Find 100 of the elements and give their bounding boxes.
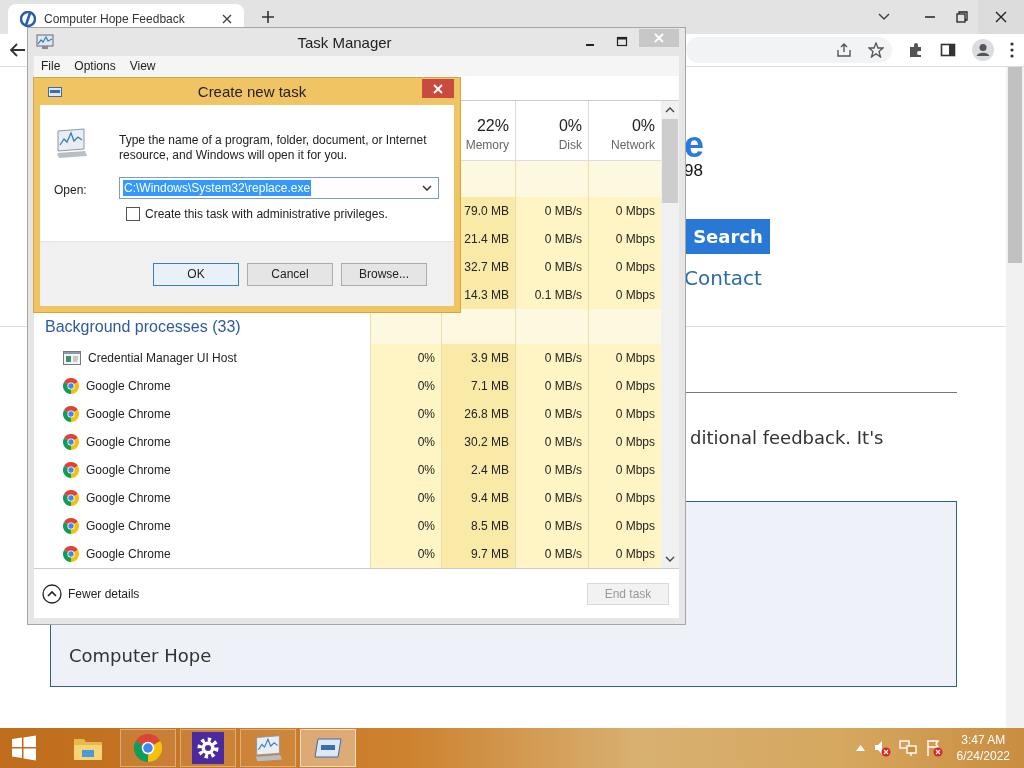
table-cell: 0 Mbps — [588, 540, 661, 568]
clock-date: 6/24/2022 — [956, 748, 1010, 764]
menu-item[interactable]: View — [129, 59, 156, 73]
site-heading: e — [684, 125, 705, 165]
close-icon — [433, 83, 443, 94]
table-cell: 0% — [370, 540, 441, 568]
table-cell: 8.5 MB — [441, 512, 515, 541]
browser-icon — [63, 378, 79, 395]
table-cell: 0 Mbps — [588, 372, 661, 401]
usage-percent: 0% — [558, 117, 582, 135]
table-cell: 0 Mbps — [588, 224, 661, 253]
restore-icon[interactable] — [956, 11, 968, 23]
dropdown-caret-icon[interactable] — [422, 185, 432, 191]
usage-percent: 0% — [631, 117, 655, 135]
table-cell: 0 MB/s — [515, 428, 588, 457]
window-icon — [48, 86, 62, 97]
clock-time: 3:47 AM — [961, 732, 1006, 748]
taskbar-button[interactable] — [300, 729, 356, 767]
side-panel-icon[interactable] — [940, 42, 956, 58]
table-cell: 0% — [370, 400, 441, 429]
site-logo-icon — [20, 11, 36, 27]
start-icon[interactable] — [10, 734, 38, 762]
dialog-button[interactable]: Cancel — [247, 262, 333, 286]
browser-icon — [63, 462, 79, 479]
new-tab-icon[interactable] — [262, 11, 274, 23]
scrollbar[interactable] — [661, 101, 679, 568]
collapse-icon[interactable] — [42, 583, 62, 604]
process-name: Google Chrome — [86, 435, 171, 450]
checkbox[interactable] — [126, 207, 140, 221]
flag-icon[interactable] — [924, 739, 943, 757]
column-label: Disk — [558, 138, 582, 152]
table-cell: 0 MB/s — [515, 224, 588, 253]
window-icon — [63, 351, 81, 366]
process-name: Google Chrome — [86, 379, 171, 394]
chevron-icon[interactable] — [878, 13, 890, 21]
menu-icon[interactable] — [1010, 42, 1014, 58]
muted-speaker-icon[interactable] — [872, 739, 891, 757]
close-button[interactable] — [422, 79, 454, 98]
process-name: Credential Manager UI Host — [88, 351, 237, 366]
paragraph-text: ditional feedback. It's — [690, 427, 885, 448]
browser-icon — [63, 518, 79, 535]
table-cell: 0 Mbps — [588, 280, 661, 309]
checkbox-label[interactable]: Create this task with administrative privileges. — [145, 207, 388, 221]
close-button[interactable] — [978, 0, 1024, 34]
table-cell: 0 Mbps — [588, 456, 661, 485]
contact-link[interactable]: Contact — [684, 266, 762, 290]
process-name: Google Chrome — [86, 491, 171, 506]
table-cell: 0 Mbps — [588, 344, 661, 373]
scroll-thumb[interactable] — [662, 119, 678, 203]
table-cell: 0 MB/s — [515, 484, 588, 513]
table-cell: 0 MB/s — [515, 400, 588, 429]
window-title: Task Manager — [296, 33, 393, 51]
scrollbar[interactable] — [1006, 67, 1024, 728]
menu-item[interactable]: File — [41, 59, 61, 73]
star-icon[interactable] — [868, 42, 884, 58]
browser-icon — [63, 546, 79, 562]
dialog-button[interactable]: Browse... — [341, 262, 427, 286]
table-cell: 0 Mbps — [588, 196, 661, 225]
table-cell: 7.1 MB — [441, 372, 515, 401]
network-icon[interactable] — [898, 739, 917, 757]
monitor-graph-icon — [54, 127, 88, 159]
group-heading[interactable]: Background processes (33) — [45, 317, 241, 336]
column-label: Memory — [465, 138, 509, 152]
table-cell: 9.7 MB — [441, 540, 515, 568]
column-label: Network — [611, 138, 655, 152]
close-icon — [995, 11, 1007, 23]
avatar-icon[interactable] — [972, 39, 994, 61]
column-header[interactable]: 0% Disk — [515, 101, 588, 160]
address-bar[interactable] — [686, 37, 892, 63]
table-cell: 9.4 MB — [441, 484, 515, 513]
back-arrow-icon[interactable] — [10, 43, 26, 57]
usage-percent: 22% — [476, 117, 509, 135]
table-cell: 3.9 MB — [441, 344, 515, 373]
panel-text: Computer Hope — [69, 645, 212, 666]
browser-icon — [63, 434, 79, 451]
table-cell: 0.1 MB/s — [515, 280, 588, 309]
dialog-button[interactable]: OK — [153, 262, 239, 286]
search-button[interactable]: Search — [686, 219, 770, 254]
close-icon — [654, 33, 664, 43]
table-cell: 0 MB/s — [515, 372, 588, 401]
table-cell: 30.2 MB — [441, 428, 515, 457]
browser-icon — [63, 490, 79, 507]
table-cell: 0% — [370, 428, 441, 457]
field-label: Open: — [54, 183, 88, 197]
window-icon — [314, 737, 342, 759]
monitor-graph-icon — [253, 734, 283, 762]
monitor-graph-icon — [36, 34, 54, 50]
table-cell: 0 Mbps — [588, 512, 661, 541]
menu-item[interactable]: Options — [74, 59, 116, 73]
taskbar-button[interactable] — [180, 729, 236, 767]
table-cell: 0 Mbps — [588, 428, 661, 457]
browser-icon — [134, 734, 162, 762]
table-cell: 2.4 MB — [441, 456, 515, 485]
puzzle-icon[interactable] — [908, 42, 924, 58]
table-cell: 0 Mbps — [588, 484, 661, 513]
process-name: Google Chrome — [86, 519, 171, 534]
gear-icon — [192, 732, 224, 764]
share-icon[interactable] — [836, 42, 852, 58]
fewer-details-link[interactable]: Fewer details — [68, 586, 140, 601]
close-icon[interactable] — [222, 14, 232, 24]
